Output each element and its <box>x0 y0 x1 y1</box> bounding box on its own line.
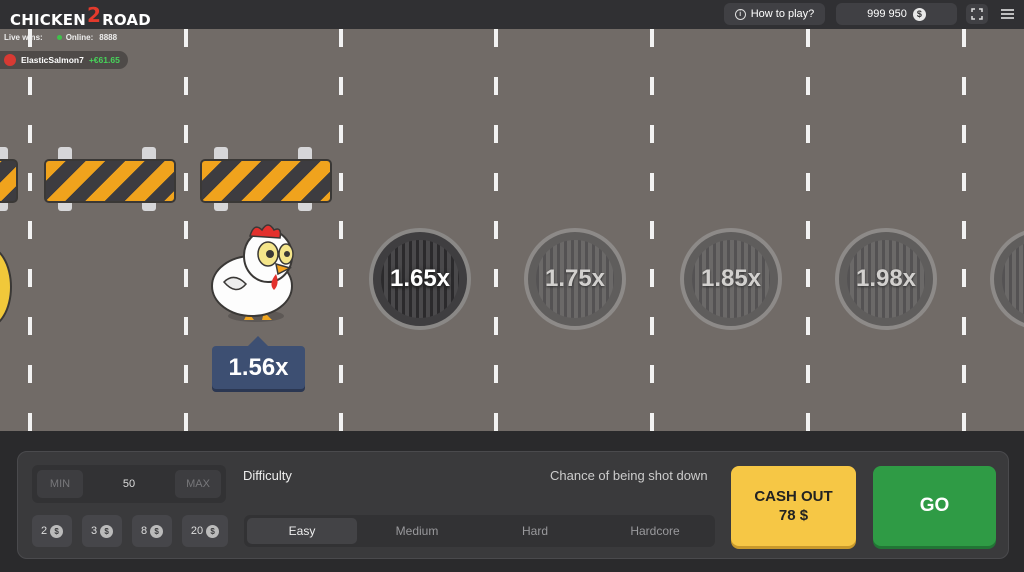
cash-out-amount: 78 $ <box>778 507 809 524</box>
balance-display: 999 950 $ <box>836 3 957 25</box>
dollar-coin-icon: $ <box>100 524 114 538</box>
fullscreen-icon <box>971 8 983 20</box>
multiplier-manhole[interactable]: 2 <box>990 228 1024 330</box>
current-multiplier-badge: 1.56x <box>212 336 305 389</box>
chicken-character <box>211 224 294 322</box>
logo-text-chicken: CHICKEN <box>10 11 86 29</box>
dollar-coin-icon: $ <box>50 524 64 538</box>
lane-line <box>650 29 654 431</box>
tab-medium[interactable]: Medium <box>362 518 472 544</box>
multiplier-manhole[interactable]: 1.65x <box>369 228 471 330</box>
road-barrier <box>44 147 176 213</box>
bet-control-panel: MIN 50 MAX 2 $ 3 $ 8 $ 20 $ Difficulty C… <box>17 451 1009 559</box>
multiplier-label: 1.75x <box>544 265 606 292</box>
multiplier-label: 1.85x <box>700 265 762 292</box>
quick-bet-value: 3 <box>90 525 98 537</box>
multiplier-manhole[interactable]: 1.75x <box>524 228 626 330</box>
multiplier-manhole[interactable]: 1.98x <box>835 228 937 330</box>
cash-out-label: CASH OUT <box>754 488 833 505</box>
tab-hard[interactable]: Hard <box>480 518 590 544</box>
lane-line <box>184 29 188 431</box>
road-barrier <box>200 147 332 213</box>
difficulty-tabs: Easy Medium Hard Hardcore <box>244 515 715 547</box>
bet-amount-row: MIN 50 MAX <box>32 465 226 503</box>
live-stats: Live wins: Online: 8888 <box>4 33 117 42</box>
quick-bet-button[interactable]: 2 $ <box>32 515 72 547</box>
live-win-entry: ElasticSalmon7 +€61.65 <box>0 51 128 69</box>
multiplier-label: 1.98x <box>855 265 917 292</box>
dollar-coin-icon: $ <box>206 524 220 538</box>
online-count: 8888 <box>99 33 118 42</box>
lane-line <box>806 29 810 431</box>
avatar <box>4 54 16 66</box>
quick-bet-value: 8 <box>140 525 148 537</box>
lane-line <box>962 29 966 431</box>
online-label: Online: <box>65 33 94 42</box>
multiplier-label: 1.65x <box>389 265 451 292</box>
info-icon: i <box>734 8 746 20</box>
logo-text-road: ROAD <box>102 11 151 29</box>
how-to-play-label: How to play? <box>750 8 815 20</box>
top-bar: CHICKEN2ROAD i How to play? 999 950 $ <box>0 0 1024 29</box>
balance-value: 999 950 <box>867 8 907 20</box>
dollar-coin-icon: $ <box>150 524 164 538</box>
multiplier-manhole[interactable]: 1.85x <box>680 228 782 330</box>
difficulty-label: Difficulty <box>243 468 292 483</box>
logo-text-two: 2 <box>86 3 102 27</box>
how-to-play-button[interactable]: i How to play? <box>724 3 825 25</box>
lane-line <box>28 29 32 431</box>
hamburger-menu-icon <box>1001 9 1014 19</box>
tab-hardcore[interactable]: Hardcore <box>598 518 712 544</box>
game-road: Live wins: Online: 8888 ElasticSalmon7 +… <box>0 29 1024 431</box>
winner-name: ElasticSalmon7 <box>21 55 84 65</box>
bet-amount-input[interactable]: 50 <box>92 470 166 498</box>
quick-bet-button[interactable]: 3 $ <box>82 515 122 547</box>
quick-bet-value: 2 <box>40 525 48 537</box>
go-button[interactable]: GO <box>873 466 996 546</box>
fullscreen-button[interactable] <box>966 4 988 24</box>
lane-line <box>339 29 343 431</box>
quick-bet-value: 20 <box>190 525 204 537</box>
quick-bet-button[interactable]: 20 $ <box>182 515 228 547</box>
road-barrier <box>0 147 20 213</box>
gold-coin-edge <box>0 245 12 329</box>
dollar-coin-icon: $ <box>912 7 926 21</box>
live-wins-label: Live wins: <box>4 33 43 42</box>
chance-label: Chance of being shot down <box>550 468 708 483</box>
winner-amount: +€61.65 <box>88 55 120 65</box>
tab-easy[interactable]: Easy <box>247 518 357 544</box>
game-logo: CHICKEN2ROAD <box>10 3 151 30</box>
lane-line <box>494 29 498 431</box>
cash-out-button[interactable]: CASH OUT 78 $ <box>731 466 856 546</box>
max-bet-button[interactable]: MAX <box>175 470 221 498</box>
quick-bet-button[interactable]: 8 $ <box>132 515 172 547</box>
menu-button[interactable] <box>996 4 1020 24</box>
manhole-grate <box>1002 240 1024 318</box>
online-dot-icon <box>56 35 62 40</box>
min-bet-button[interactable]: MIN <box>37 470 83 498</box>
